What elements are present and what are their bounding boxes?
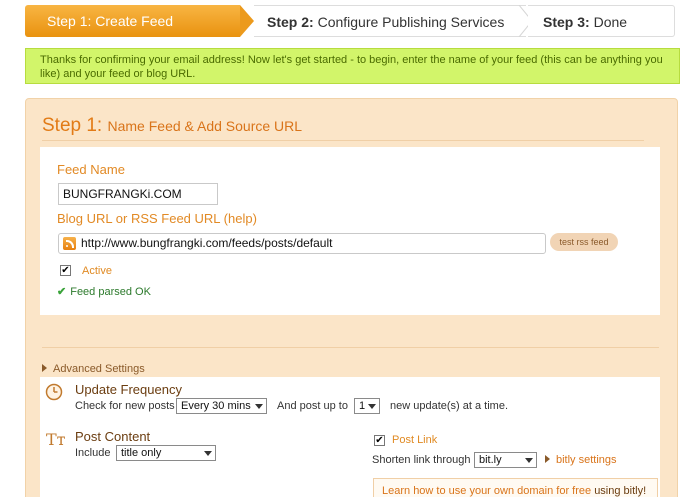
chevron-down-icon bbox=[368, 404, 376, 409]
feed-form-card: Feed Name BUNGFRANGKi.COM Blog URL or RS… bbox=[40, 147, 660, 315]
divider bbox=[42, 140, 644, 141]
advanced-settings-toggle[interactable]: Advanced Settings bbox=[42, 363, 145, 375]
update-frequency-title: Update Frequency bbox=[75, 382, 182, 397]
check-frequency-value: Every 30 mins bbox=[181, 400, 251, 412]
shortener-value: bit.ly bbox=[479, 454, 502, 466]
feed-url-label[interactable]: Blog URL or RSS Feed URL (help) bbox=[57, 211, 257, 226]
step-3-tab[interactable]: Step 3: Done bbox=[528, 5, 675, 37]
post-content-title: Post Content bbox=[75, 429, 151, 444]
step-1-panel: Step 1: Name Feed & Add Source URL Feed … bbox=[25, 98, 678, 497]
chevron-down-icon bbox=[525, 458, 533, 463]
bitly-settings-label: bitly settings bbox=[556, 454, 617, 466]
active-label: Active bbox=[82, 265, 112, 277]
active-checkbox[interactable]: ✔ bbox=[60, 265, 71, 276]
check-frequency-select[interactable]: Every 30 mins bbox=[176, 398, 267, 414]
advanced-settings-card: Update Frequency Check for new posts Eve… bbox=[40, 377, 660, 497]
triangle-right-icon bbox=[545, 455, 550, 463]
post-link-label: Post Link bbox=[392, 434, 438, 446]
triangle-right-icon bbox=[42, 364, 47, 372]
feed-name-label: Feed Name bbox=[57, 162, 125, 177]
step-2-tab[interactable]: Step 2: Configure Publishing Services bbox=[254, 5, 526, 37]
clock-icon bbox=[45, 383, 63, 401]
bitly-settings-link[interactable]: bitly settings bbox=[545, 454, 617, 466]
shortener-select[interactable]: bit.ly bbox=[474, 452, 537, 468]
include-label: Include bbox=[75, 447, 111, 459]
check-icon: ✔ bbox=[57, 286, 67, 298]
chevron-down-icon bbox=[204, 451, 212, 456]
steps-bar: Step 1: Create Feed Step 2: Configure Pu… bbox=[25, 5, 675, 37]
panel-title-step: Step 1: bbox=[42, 115, 103, 136]
step-1-tab[interactable]: Step 1: Create Feed bbox=[25, 5, 240, 37]
shorten-link-label: Shorten link through bbox=[372, 454, 471, 466]
feed-url-value: http://www.bungfrangki.com/feeds/posts/d… bbox=[81, 236, 333, 250]
rss-icon bbox=[63, 237, 76, 250]
test-rss-feed-button[interactable]: test rss feed bbox=[550, 233, 618, 251]
step-2-number: Step 2: bbox=[267, 14, 314, 30]
learn-domain-link[interactable]: Learn how to use your own domain for fre… bbox=[382, 485, 591, 497]
panel-title-sub: Name Feed & Add Source URL bbox=[107, 118, 303, 134]
step-1-number: Step 1: bbox=[47, 13, 92, 29]
confirmation-notice: Thanks for confirming your email address… bbox=[25, 48, 680, 84]
check-posts-label: Check for new posts bbox=[75, 400, 175, 412]
bitly-domain-tip: Learn how to use your own domain for fre… bbox=[373, 478, 658, 497]
include-value: title only bbox=[121, 447, 162, 459]
step-arrow-icon bbox=[240, 5, 254, 37]
advanced-settings-label: Advanced Settings bbox=[53, 363, 145, 375]
feed-name-input[interactable]: BUNGFRANGKi.COM bbox=[58, 183, 218, 205]
step-1-label: Create Feed bbox=[95, 13, 174, 29]
post-up-to-label: And post up to bbox=[277, 400, 348, 412]
panel-title: Step 1: Name Feed & Add Source URL bbox=[42, 115, 302, 137]
post-count-select[interactable]: 1 bbox=[354, 398, 380, 414]
include-select[interactable]: title only bbox=[116, 445, 216, 461]
post-link-checkbox[interactable]: ✔ bbox=[374, 435, 385, 446]
updates-at-a-time-label: new update(s) at a time. bbox=[390, 400, 509, 412]
text-format-icon: Tт bbox=[46, 430, 66, 449]
step-3-number: Step 3: bbox=[543, 14, 590, 30]
feed-parsed-text: Feed parsed OK bbox=[70, 286, 151, 298]
chevron-down-icon bbox=[255, 404, 263, 409]
divider bbox=[42, 347, 659, 348]
learn-domain-suffix: using bitly! bbox=[594, 485, 647, 497]
feed-url-input[interactable]: http://www.bungfrangki.com/feeds/posts/d… bbox=[58, 233, 546, 254]
post-count-value: 1 bbox=[359, 400, 366, 412]
step-2-label: Configure Publishing Services bbox=[317, 14, 505, 30]
feed-parsed-status: ✔ Feed parsed OK bbox=[57, 285, 151, 298]
step-3-label: Done bbox=[593, 14, 628, 30]
